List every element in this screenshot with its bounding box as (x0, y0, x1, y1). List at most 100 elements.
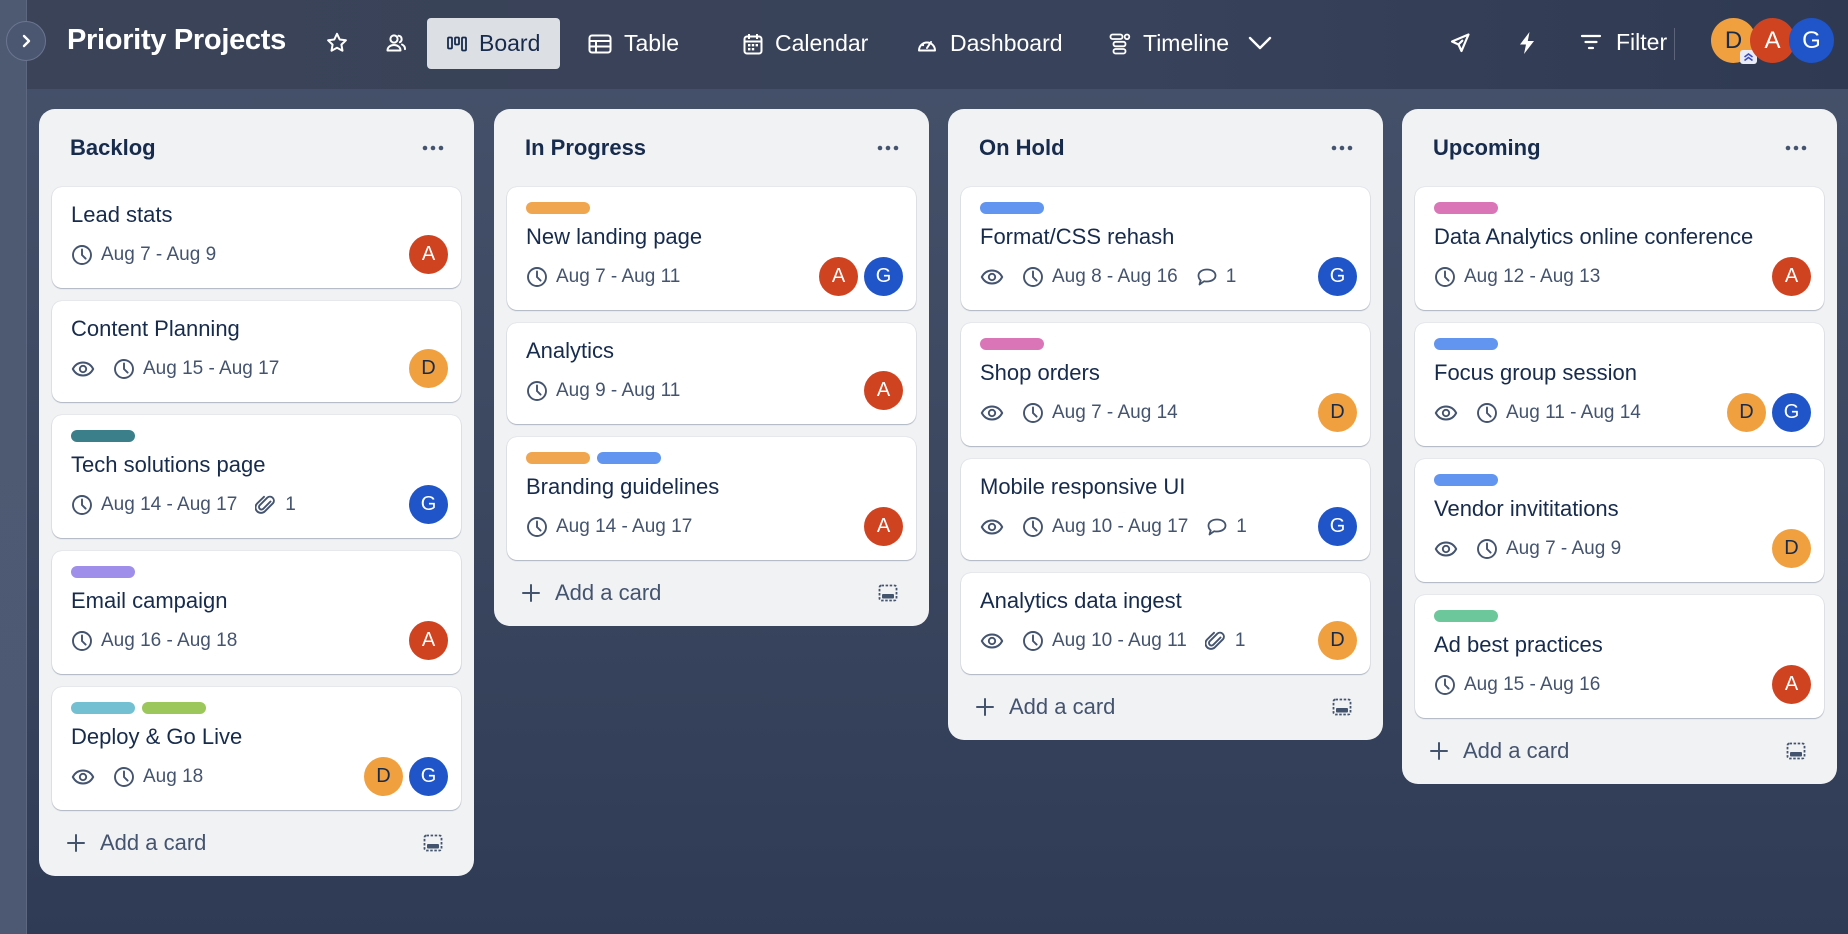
view-tab-calendar[interactable]: Calendar (723, 18, 888, 69)
expand-sidebar-button[interactable] (6, 21, 46, 61)
dates-badge[interactable]: Aug 14 - Aug 17 (526, 516, 692, 538)
dates-badge[interactable]: Aug 9 - Aug 11 (526, 380, 680, 402)
card[interactable]: Format/CSS rehash Aug 8 - Aug 16 1 G (961, 187, 1370, 310)
list-title[interactable]: Backlog (70, 135, 156, 161)
board-title[interactable]: Priority Projects (67, 24, 286, 57)
member-avatar-d[interactable]: D (1772, 529, 1811, 568)
card-label[interactable] (71, 702, 135, 714)
member-avatar-d[interactable]: D (1318, 621, 1357, 660)
card-label[interactable] (1434, 474, 1498, 486)
create-from-template-button[interactable] (1326, 691, 1358, 723)
more-views-button[interactable] (1240, 23, 1280, 63)
member-avatar-a[interactable]: A (1772, 257, 1811, 296)
member-avatar-g[interactable]: G (1772, 393, 1811, 432)
card[interactable]: Mobile responsive UI Aug 10 - Aug 17 1 G (961, 459, 1370, 560)
add-card-button[interactable]: Add a card (1429, 738, 1569, 764)
card-label[interactable] (597, 452, 661, 464)
dates-badge[interactable]: Aug 15 - Aug 17 (113, 358, 279, 380)
star-board-button[interactable] (317, 23, 357, 63)
view-tab-timeline[interactable]: Timeline (1089, 18, 1249, 69)
member-avatar-a[interactable]: A (864, 371, 903, 410)
card[interactable]: Email campaign Aug 16 - Aug 18 A (52, 551, 461, 674)
dates-badge[interactable]: Aug 18 (113, 766, 203, 788)
card[interactable]: Analytics data ingest Aug 10 - Aug 11 1 D (961, 573, 1370, 674)
dates-badge[interactable]: Aug 11 - Aug 14 (1476, 402, 1641, 424)
watching-badge (1434, 404, 1458, 422)
card-label[interactable] (1434, 338, 1498, 350)
comments-badge: 1 (1196, 266, 1236, 288)
card[interactable]: Deploy & Go Live Aug 18 D G (52, 687, 461, 810)
list-title[interactable]: Upcoming (1433, 135, 1541, 161)
member-avatar-a[interactable]: A (864, 507, 903, 546)
member-avatar-g[interactable]: G (864, 257, 903, 296)
list-title[interactable]: On Hold (979, 135, 1065, 161)
list-actions-button[interactable] (1324, 133, 1360, 163)
card[interactable]: Vendor invititations Aug 7 - Aug 9 D (1415, 459, 1824, 582)
list-footer: Add a card (1415, 718, 1824, 784)
automation-button[interactable] (1507, 23, 1547, 63)
filter-button[interactable]: Filter (1580, 20, 1667, 64)
member-avatar-g[interactable]: G (409, 757, 448, 796)
create-from-template-button[interactable] (872, 577, 904, 609)
card[interactable]: Branding guidelines Aug 14 - Aug 17 A (507, 437, 916, 560)
card[interactable]: Shop orders Aug 7 - Aug 14 D (961, 323, 1370, 446)
dates-badge[interactable]: Aug 7 - Aug 11 (526, 266, 680, 288)
member-avatar-a[interactable]: A (819, 257, 858, 296)
card-label[interactable] (1434, 610, 1498, 622)
card-label[interactable] (526, 202, 590, 214)
card[interactable]: Data Analytics online conference Aug 12 -… (1415, 187, 1824, 310)
card-label[interactable] (1434, 202, 1498, 214)
card-label[interactable] (71, 430, 135, 442)
power-ups-button[interactable] (1440, 23, 1480, 63)
card-title: Format/CSS rehash (980, 224, 1175, 249)
add-card-button[interactable]: Add a card (66, 830, 206, 856)
dates-badge[interactable]: Aug 8 - Aug 16 (1022, 266, 1178, 288)
create-from-template-button[interactable] (417, 827, 449, 859)
member-avatar-a[interactable]: A (409, 621, 448, 660)
member-avatar-g[interactable]: G (1318, 507, 1357, 546)
list-actions-button[interactable] (870, 133, 906, 163)
member-avatar-d[interactable]: D (364, 757, 403, 796)
card[interactable]: Analytics Aug 9 - Aug 11 A (507, 323, 916, 424)
card-label[interactable] (980, 202, 1044, 214)
dates-badge[interactable]: Aug 7 - Aug 9 (71, 244, 216, 266)
dates-badge[interactable]: Aug 15 - Aug 16 (1434, 674, 1600, 696)
add-card-button[interactable]: Add a card (521, 580, 661, 606)
member-avatar-d[interactable]: D (1727, 393, 1766, 432)
card-label[interactable] (71, 566, 135, 578)
list-title[interactable]: In Progress (525, 135, 646, 161)
dates-badge[interactable]: Aug 7 - Aug 9 (1476, 538, 1621, 560)
create-from-template-button[interactable] (1780, 735, 1812, 767)
member-avatar-d[interactable]: D (409, 349, 448, 388)
card[interactable]: Ad best practices Aug 15 - Aug 16 A (1415, 595, 1824, 718)
card[interactable]: Tech solutions page Aug 14 - Aug 17 1 G (52, 415, 461, 538)
member-avatar-g[interactable]: G (1789, 18, 1834, 63)
list-actions-button[interactable] (1778, 133, 1814, 163)
view-tab-table[interactable]: Table (568, 18, 699, 69)
card[interactable]: Content Planning Aug 15 - Aug 17 D (52, 301, 461, 402)
dates-text: Aug 10 - Aug 17 (1052, 515, 1189, 537)
list-actions-button[interactable] (415, 133, 451, 163)
dates-badge[interactable]: Aug 10 - Aug 17 (1022, 516, 1188, 538)
view-tab-dashboard[interactable]: Dashboard (896, 18, 1083, 69)
card-label[interactable] (526, 452, 590, 464)
visibility-button[interactable] (376, 23, 416, 63)
member-avatar-g[interactable]: G (1318, 257, 1357, 296)
chevron-down-icon (1248, 36, 1272, 50)
dates-badge[interactable]: Aug 14 - Aug 17 (71, 494, 237, 516)
view-tab-board[interactable]: Board (427, 18, 561, 69)
card[interactable]: Lead stats Aug 7 - Aug 9 A (52, 187, 461, 288)
dates-badge[interactable]: Aug 12 - Aug 13 (1434, 266, 1600, 288)
dates-badge[interactable]: Aug 7 - Aug 14 (1022, 402, 1178, 424)
member-avatar-d[interactable]: D (1318, 393, 1357, 432)
member-avatar-a[interactable]: A (1772, 665, 1811, 704)
dates-badge[interactable]: Aug 10 - Aug 11 (1022, 630, 1187, 652)
card-label[interactable] (142, 702, 206, 714)
member-avatar-a[interactable]: A (409, 235, 448, 274)
add-card-button[interactable]: Add a card (975, 694, 1115, 720)
card-label[interactable] (980, 338, 1044, 350)
member-avatar-g[interactable]: G (409, 485, 448, 524)
dates-badge[interactable]: Aug 16 - Aug 18 (71, 630, 237, 652)
card[interactable]: New landing page Aug 7 - Aug 11 A G (507, 187, 916, 310)
card[interactable]: Focus group session Aug 11 - Aug 14 D G (1415, 323, 1824, 446)
